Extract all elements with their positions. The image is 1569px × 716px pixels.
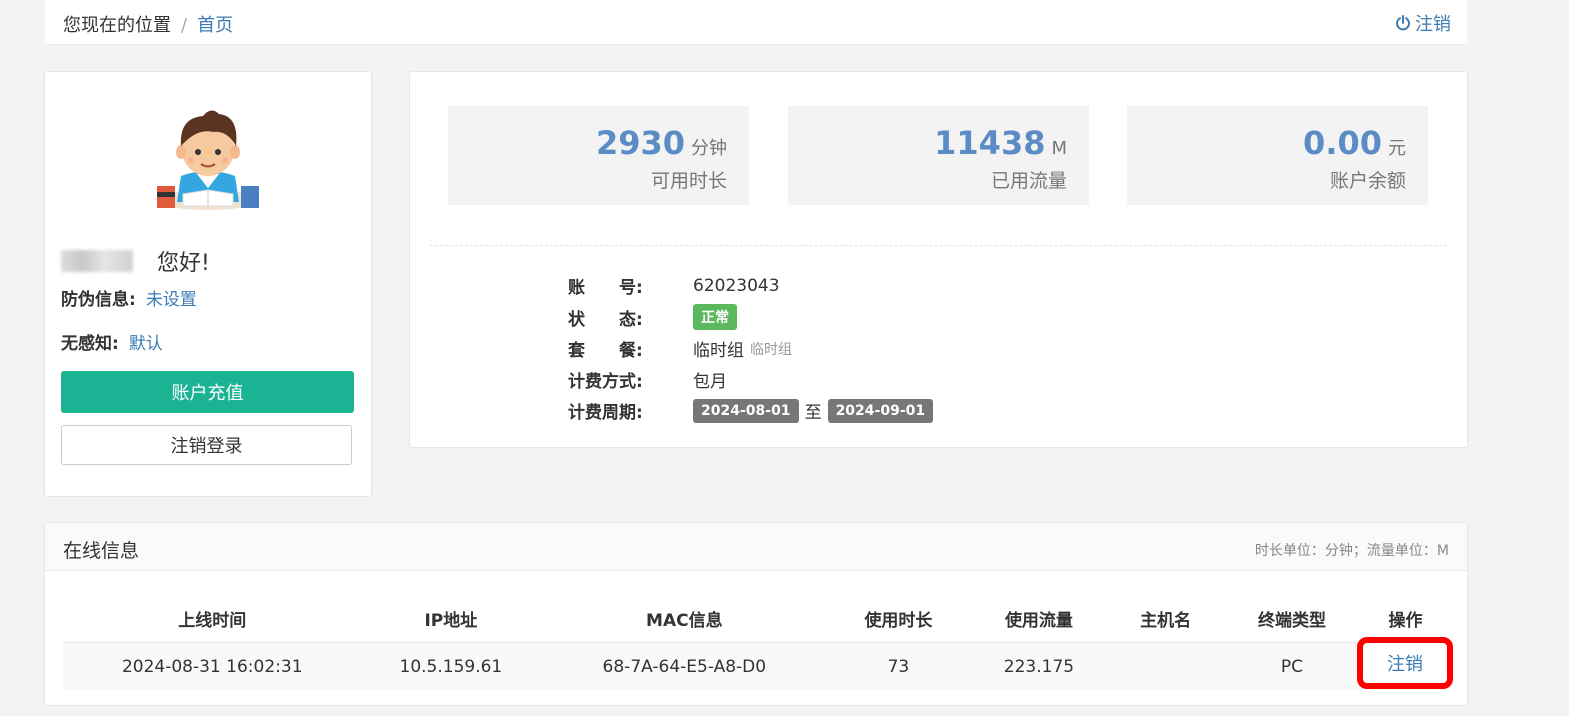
- status-row: 状 态: 正常: [568, 304, 737, 330]
- senseless-label: 无感知:: [61, 334, 119, 354]
- col-traffic: 使用流量: [968, 595, 1110, 643]
- online-info-header: 在线信息 时长单位：分钟；流量单位：M: [45, 523, 1467, 571]
- divider: [430, 245, 1447, 246]
- col-hostname: 主机名: [1109, 595, 1222, 643]
- recharge-button[interactable]: 账户充值: [61, 371, 354, 413]
- units-note: 时长单位：分钟；流量单位：M: [1254, 543, 1449, 559]
- stat-number: 0.00: [1303, 124, 1382, 162]
- online-info-panel: 在线信息 时长单位：分钟；流量单位：M 上线时间 IP地址 MAC信息 使用时长…: [44, 522, 1468, 706]
- cell-mac: 68-7A-64-E5-A8-D0: [540, 642, 829, 690]
- stat-number: 2930: [595, 124, 685, 162]
- top-logout-link[interactable]: 注销: [1395, 10, 1451, 36]
- breadcrumb-location-label: 您现在的位置: [63, 15, 171, 36]
- col-mac: MAC信息: [540, 595, 829, 643]
- stat-value: 2930 分钟: [596, 124, 727, 162]
- highlighted-session-logout: 注销: [1357, 637, 1453, 689]
- stat-number: 11438: [934, 124, 1046, 162]
- stat-used-traffic: 11438 M 已用流量: [788, 106, 1089, 205]
- stat-unit: M: [1051, 138, 1067, 159]
- stat-label: 账户余额: [1329, 170, 1406, 192]
- status-label: 状 态:: [568, 309, 643, 330]
- greeting-text: 您好!: [157, 251, 210, 276]
- col-duration: 使用时长: [828, 595, 969, 643]
- cell-login-time: 2024-08-31 16:02:31: [63, 642, 362, 690]
- package-sub: 临时组: [750, 341, 792, 358]
- stat-balance: 0.00 元 账户余额: [1127, 106, 1428, 205]
- col-action: 操作: [1362, 595, 1449, 643]
- cell-traffic: 223.175: [968, 642, 1110, 690]
- billing-method-row: 计费方式: 包月: [568, 367, 727, 392]
- blurred-username: [61, 250, 133, 272]
- stat-label: 已用流量: [990, 170, 1067, 192]
- account-number-label: 账 号:: [568, 278, 643, 298]
- billing-period-row: 计费周期: 2024-08-01 至 2024-09-01: [568, 398, 934, 423]
- account-panel: 2930 分钟 可用时长 11438 M 已用流量 0.00 元 账户余额 账 号: …: [409, 71, 1468, 448]
- breadcrumb-separator: /: [181, 15, 188, 36]
- stat-value: 0.00 元: [1303, 124, 1406, 162]
- package-label: 套 餐:: [568, 341, 643, 361]
- col-terminal: 终端类型: [1221, 595, 1363, 643]
- stat-unit: 元: [1388, 138, 1406, 159]
- anti-fake-label: 防伪信息:: [61, 290, 136, 310]
- sessions-table: 上线时间 IP地址 MAC信息 使用时长 使用流量 主机名 终端类型 操作 20…: [63, 595, 1449, 690]
- senseless-link[interactable]: 默认: [129, 334, 163, 354]
- anti-fake-row: 防伪信息: 未设置: [61, 285, 197, 310]
- profile-panel: 您好! 防伪信息: 未设置 无感知: 默认 账户充值 注销登录: [44, 71, 372, 497]
- logout-login-button[interactable]: 注销登录: [61, 425, 352, 465]
- stat-value: 11438 M: [934, 124, 1067, 162]
- top-bar: 您现在的位置 / 首页 注销: [45, 0, 1467, 45]
- online-info-title: 在线信息: [63, 540, 140, 562]
- col-login-time: 上线时间: [63, 595, 362, 643]
- col-ip: IP地址: [361, 595, 541, 643]
- anti-fake-link[interactable]: 未设置: [146, 290, 197, 310]
- cell-ip: 10.5.159.61: [361, 642, 541, 690]
- senseless-row: 无感知: 默认: [61, 329, 163, 354]
- status-badge: 正常: [693, 304, 737, 330]
- account-number-row: 账 号: 62023043: [568, 273, 780, 299]
- session-logout-link[interactable]: 注销: [1387, 650, 1423, 676]
- breadcrumb-home-link[interactable]: 首页: [197, 15, 233, 36]
- account-number-value: 62023043: [693, 275, 780, 296]
- billing-period-label: 计费周期:: [568, 403, 643, 423]
- stat-available-time: 2930 分钟 可用时长: [448, 106, 749, 205]
- package-value: 临时组: [693, 341, 744, 361]
- stat-label: 可用时长: [650, 170, 727, 192]
- table-header-row: 上线时间 IP地址 MAC信息 使用时长 使用流量 主机名 终端类型 操作: [63, 595, 1449, 643]
- period-end-badge: 2024-09-01: [827, 398, 934, 423]
- cell-duration: 73: [828, 642, 969, 690]
- billing-method-label: 计费方式:: [568, 372, 643, 392]
- avatar: [157, 110, 259, 210]
- period-start-badge: 2024-08-01: [693, 398, 799, 423]
- billing-method-value: 包月: [693, 372, 727, 392]
- period-to: 至: [804, 403, 822, 423]
- power-icon: [1396, 15, 1410, 31]
- top-logout-label: 注销: [1415, 14, 1451, 35]
- breadcrumb: 您现在的位置 / 首页: [63, 11, 233, 37]
- table-row: 2024-08-31 16:02:31 10.5.159.61 68-7A-64…: [63, 642, 1449, 690]
- cell-terminal: PC: [1221, 642, 1363, 690]
- package-row: 套 餐: 临时组 临时组: [568, 336, 792, 361]
- stat-unit: 分钟: [691, 138, 727, 159]
- greeting: 您好!: [61, 245, 210, 277]
- cell-hostname: [1109, 642, 1222, 690]
